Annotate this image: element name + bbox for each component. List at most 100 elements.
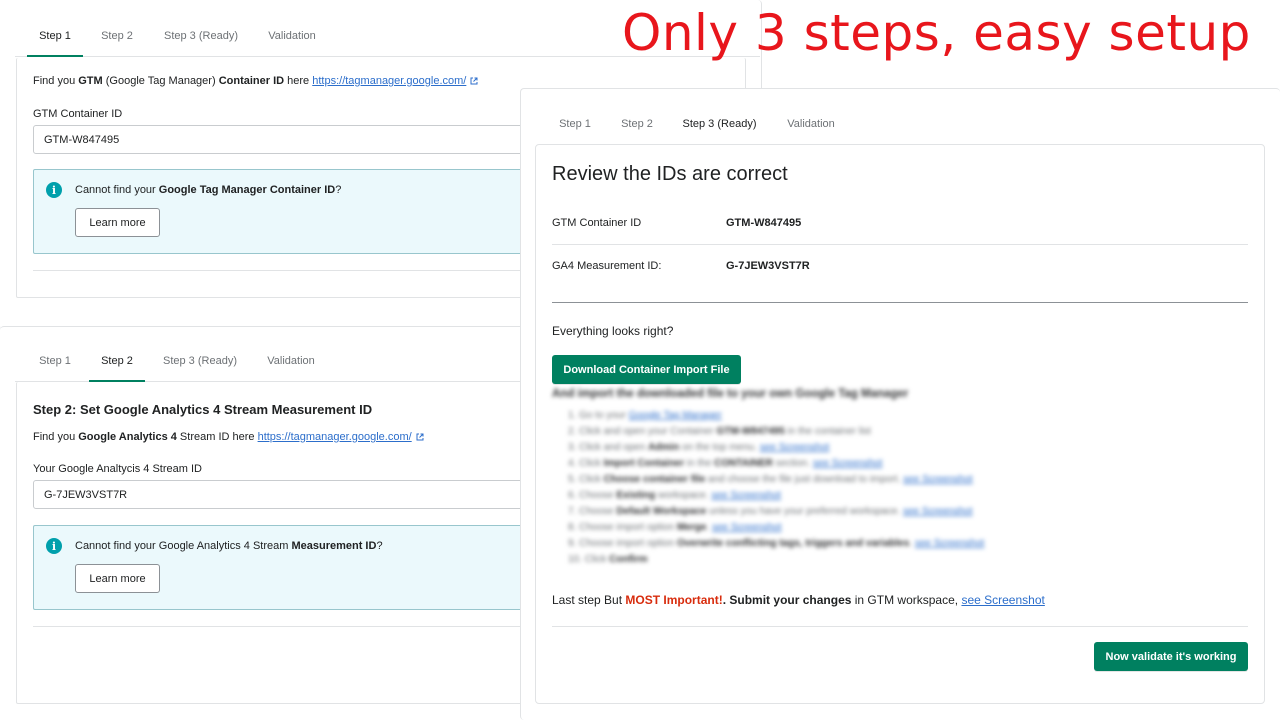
import-step-link[interactable]: Google Tag Manager xyxy=(629,410,722,421)
review-divider-strong xyxy=(552,302,1248,303)
step3-card: Review the IDs are correct GTM Container… xyxy=(535,144,1265,704)
import-step-text: Merge xyxy=(676,522,707,533)
tab-step-1[interactable]: Step 1 xyxy=(27,16,83,57)
import-step-link[interactable]: see Screenshot xyxy=(903,474,973,485)
import-step-number: 3. xyxy=(568,442,580,453)
import-step-text: Existing xyxy=(616,490,656,501)
import-step-item: 4. Click Import Container in the CONTAIN… xyxy=(568,458,882,469)
import-step-text: Confirm xyxy=(609,554,648,565)
tab-step-3[interactable]: Step 3 (Ready) xyxy=(160,16,242,56)
import-instructions: And import the downloaded file to your o… xyxy=(552,388,1252,578)
import-step-number: 2. xyxy=(568,426,580,437)
import-step-text: section. xyxy=(772,458,813,469)
import-step-item: 3. Click and open Admin on the top menu.… xyxy=(568,442,829,453)
import-step-item: 6. Choose Existing workspace. see Screen… xyxy=(568,490,781,501)
step3-tab-bar: Step 1 Step 2 Step 3 (Ready) Validation xyxy=(535,103,1265,146)
external-link-icon xyxy=(470,77,478,85)
import-step-number: 6. xyxy=(568,490,580,501)
step2-divider xyxy=(33,626,537,627)
import-step-item: 9. Choose import option Overwrite confli… xyxy=(568,538,984,549)
footer-divider xyxy=(552,626,1248,627)
import-step-number: 7. xyxy=(568,506,580,517)
tab-step-3[interactable]: Step 3 (Ready) xyxy=(671,103,768,146)
headline: Only 3 steps, easy setup xyxy=(622,4,1251,62)
step2-heading: Step 2: Set Google Analytics 4 Stream Me… xyxy=(33,402,373,417)
ga4-stream-id-input[interactable]: G-7JEW3VST7R xyxy=(33,480,537,509)
import-step-item: 10. Click Confirm xyxy=(568,554,647,565)
gtm-container-id-input[interactable]: GTM-W847495 xyxy=(33,125,553,154)
import-heading: And import the downloaded file to your o… xyxy=(552,388,909,400)
review-divider xyxy=(552,244,1248,245)
tab-step-3[interactable]: Step 3 (Ready) xyxy=(159,341,241,381)
tab-step-2[interactable]: Step 2 xyxy=(615,103,659,145)
import-step-text: on the top menu. xyxy=(679,442,760,453)
gtm-id-label: GTM Container ID xyxy=(552,217,642,229)
tab-validation[interactable]: Validation xyxy=(782,103,840,145)
import-step-link[interactable]: see Screenshot xyxy=(760,442,830,453)
step2-field-label: Your Google Analtycis 4 Stream ID xyxy=(33,463,202,475)
final-step-text: Last step But MOST Important!. Submit yo… xyxy=(552,593,1045,607)
import-step-number: 4. xyxy=(568,458,580,469)
import-step-number: 1. xyxy=(568,410,580,421)
import-step-text: Click and open xyxy=(579,442,649,453)
import-step-text: workspace. xyxy=(655,490,712,501)
tab-validation[interactable]: Validation xyxy=(263,16,321,56)
import-step-link[interactable]: see Screenshot xyxy=(915,538,985,549)
step2-info-banner: i Cannot find your Google Analytics 4 St… xyxy=(33,525,537,610)
external-link-icon xyxy=(416,433,424,441)
step1-info-banner: i Cannot find your Google Tag Manager Co… xyxy=(33,169,553,254)
import-step-link[interactable]: see Screenshot xyxy=(712,522,782,533)
import-step-number: 9. xyxy=(568,538,580,549)
import-step-text: Click xyxy=(579,474,604,485)
import-step-text: Default Workspace xyxy=(616,506,707,517)
ga4-id-value: G-7JEW3VST7R xyxy=(726,260,810,272)
step1-tagmanager-link[interactable]: https://tagmanager.google.com/ xyxy=(312,75,466,87)
step3-panel: Step 1 Step 2 Step 3 (Ready) Validation … xyxy=(520,88,1280,720)
import-step-link[interactable]: see Screenshot xyxy=(903,506,973,517)
submit-changes-screenshot-link[interactable]: see Screenshot xyxy=(961,593,1044,607)
import-step-text: unless you have your preferred workspace… xyxy=(706,506,903,517)
download-container-button[interactable]: Download Container Import File xyxy=(552,355,741,384)
import-step-link[interactable]: see Screenshot xyxy=(711,490,781,501)
tab-step-1[interactable]: Step 1 xyxy=(27,341,83,381)
import-step-text: Choose import option xyxy=(579,522,677,533)
import-step-text: and choose the file just download to imp… xyxy=(705,474,904,485)
ga4-id-label: GA4 Measurement ID: xyxy=(552,260,662,272)
import-step-number: 8. xyxy=(568,522,580,533)
tab-step-2[interactable]: Step 2 xyxy=(95,16,139,56)
tab-validation[interactable]: Validation xyxy=(262,341,320,381)
step2-tagmanager-link[interactable]: https://tagmanager.google.com/ xyxy=(258,431,412,443)
step1-learn-more-button[interactable]: Learn more xyxy=(75,208,160,237)
step2-banner-text: Cannot find your Google Analytics 4 Stre… xyxy=(75,540,383,552)
import-step-text: Choose container file xyxy=(603,474,706,485)
import-step-item: 7. Choose Default Workspace unless you h… xyxy=(568,506,973,517)
import-step-item: 1. Go to your Google Tag Manager xyxy=(568,410,722,421)
import-step-text: Choose xyxy=(579,506,617,517)
import-step-number: 10. xyxy=(568,554,585,565)
step2-panel: Step 1 Step 2 Step 3 (Ready) Validation … xyxy=(0,326,540,720)
step1-field-label: GTM Container ID xyxy=(33,108,123,120)
import-step-text: Click xyxy=(579,458,604,469)
import-step-text: Import Container xyxy=(603,458,685,469)
import-step-text: Click xyxy=(584,554,610,565)
import-step-text: Choose xyxy=(579,490,617,501)
step2-find-text: Find you Google Analytics 4 Stream ID he… xyxy=(33,431,424,443)
confirm-question: Everything looks right? xyxy=(552,324,674,338)
info-icon: i xyxy=(46,182,62,198)
import-step-text: in the xyxy=(684,458,715,469)
import-step-text: Go to your xyxy=(579,410,629,421)
step2-tab-bar: Step 1 Step 2 Step 3 (Ready) Validation xyxy=(15,341,540,382)
step2-learn-more-button[interactable]: Learn more xyxy=(75,564,160,593)
step1-find-text: Find you GTM (Google Tag Manager) Contai… xyxy=(33,75,478,87)
import-step-number: 5. xyxy=(568,474,580,485)
import-step-text: Overwrite conflicting tags, triggers and… xyxy=(676,538,910,549)
tab-step-1[interactable]: Step 1 xyxy=(547,103,603,145)
import-step-link[interactable]: see Screenshot xyxy=(813,458,883,469)
gtm-id-value: GTM-W847495 xyxy=(726,217,802,229)
validate-button[interactable]: Now validate it's working xyxy=(1094,642,1248,671)
tab-step-2[interactable]: Step 2 xyxy=(89,341,145,382)
import-step-text: in the container list xyxy=(784,426,871,437)
info-icon: i xyxy=(46,538,62,554)
import-step-text: Click and open your Container xyxy=(579,426,717,437)
import-step-item: 5. Click Choose container file and choos… xyxy=(568,474,973,485)
